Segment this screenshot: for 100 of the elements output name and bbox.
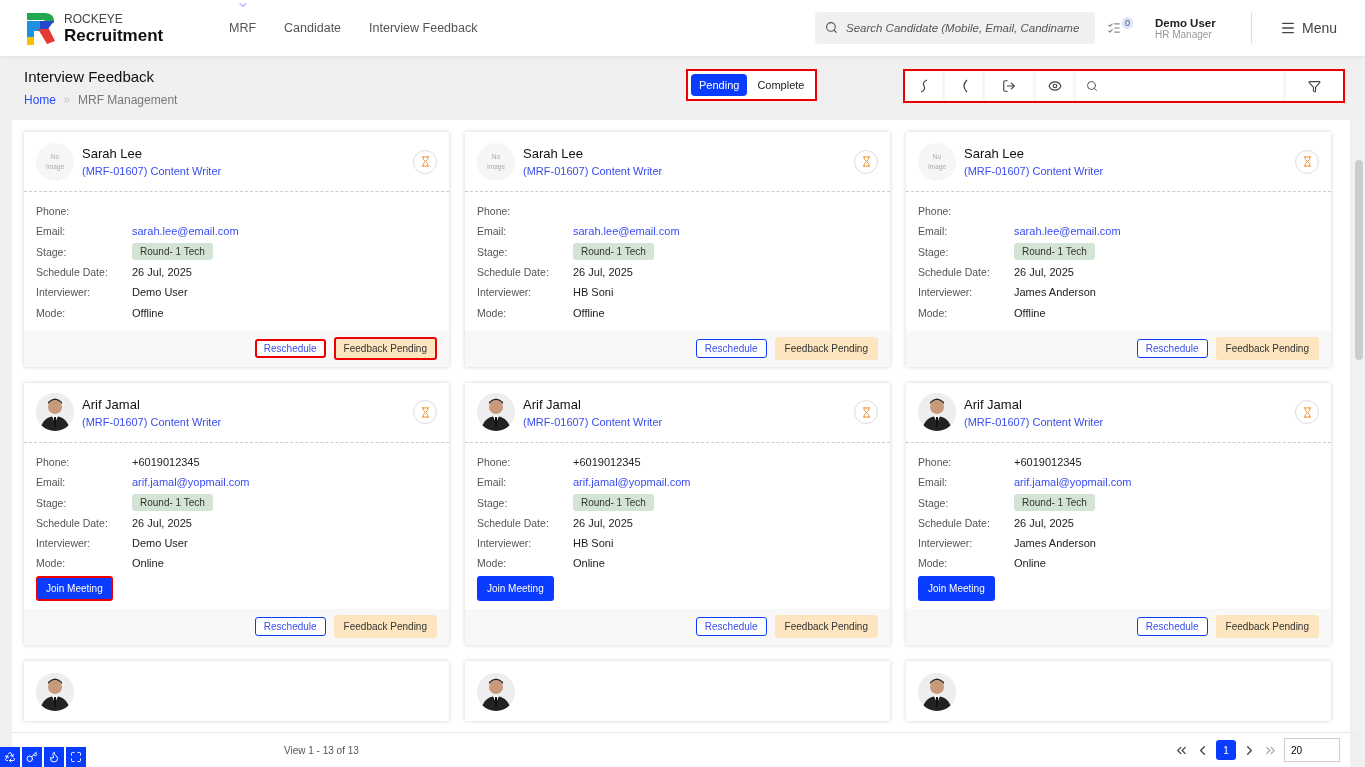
email-link[interactable]: arif.jamal@yopmail.com (132, 476, 250, 489)
export-button[interactable] (985, 71, 1034, 101)
filter-icon (1308, 79, 1322, 93)
status-tab[interactable]: Pending (691, 74, 748, 96)
feedback-status: Feedback Pending (774, 615, 878, 639)
candidate-name: Sarah Lee (523, 146, 584, 161)
join-meeting-button[interactable]: Join Meeting (36, 575, 113, 601)
feedback-status: Feedback Pending (1215, 615, 1319, 639)
field-label: Stage: (477, 496, 509, 509)
feedback-status: Feedback Pending (333, 337, 437, 361)
eye-icon (1047, 79, 1062, 93)
candidate-name: Arif Jamal (964, 396, 1023, 412)
menu-button[interactable]: Menu (1273, 19, 1343, 37)
field-value: +6019012345 (1014, 455, 1082, 468)
field-value: James Anderson (1014, 537, 1096, 550)
feedback-status: Feedback Pending (1215, 337, 1319, 361)
hourglass-icon (1301, 406, 1313, 418)
nav-link[interactable]: Candidate (284, 21, 342, 35)
pending-button[interactable] (1295, 400, 1319, 425)
email-link[interactable]: sarah.lee@email.com (132, 225, 239, 238)
field-value: 26 Jul, 2025 (1014, 266, 1074, 279)
feedback-status: Feedback Pending (774, 337, 878, 361)
field-label: Interviewer: (477, 286, 533, 299)
field-label: Schedule Date: (918, 516, 991, 529)
field-value: James Anderson (1014, 286, 1096, 299)
pending-button[interactable] (413, 400, 437, 425)
pending-button[interactable] (413, 149, 437, 174)
flame-button[interactable] (44, 747, 64, 767)
logo-icon (26, 11, 56, 45)
pending-button[interactable] (854, 400, 878, 425)
breadcrumb-link[interactable]: Home (24, 93, 56, 107)
job-link[interactable]: (MRF-01607) Content Writer (523, 165, 846, 177)
field-value: Demo User (132, 286, 188, 299)
pending-button[interactable] (1295, 149, 1319, 174)
brand-subtitle: ROCKEYE (64, 12, 124, 25)
job-link[interactable]: (MRF-01607) Content Writer (82, 415, 405, 428)
user-name: Demo User (1154, 16, 1217, 29)
key-button[interactable] (22, 747, 42, 767)
status-tab[interactable]: Complete (749, 74, 813, 96)
field-label: Mode: (36, 557, 67, 570)
reschedule-button[interactable]: Reschedule (1136, 617, 1208, 637)
recycle-button[interactable] (0, 747, 20, 767)
field-value: Online (573, 557, 605, 570)
stage-badge: Round- 1 Tech (1014, 243, 1095, 261)
field-label: Schedule Date: (918, 266, 991, 279)
hourglass-icon (860, 156, 872, 167)
reschedule-button[interactable]: Reschedule (695, 617, 767, 637)
field-label: Email: (36, 225, 67, 238)
nav-link[interactable]: MRF (229, 21, 257, 35)
email-link[interactable]: sarah.lee@email.com (1014, 225, 1121, 238)
field-label: Email: (918, 225, 949, 238)
notification-button[interactable]: 0 (1106, 16, 1133, 40)
field-label: Phone: (477, 205, 512, 218)
pending-button[interactable] (854, 149, 878, 174)
view-button[interactable] (1036, 71, 1074, 101)
field-value: 26 Jul, 2025 (132, 516, 192, 529)
checklist-icon (1106, 21, 1121, 35)
expand-button[interactable] (66, 747, 86, 767)
chevron-icon (62, 95, 72, 105)
job-link[interactable]: (MRF-01607) Content Writer (82, 165, 405, 177)
stage-badge: Round- 1 Tech (132, 243, 213, 261)
field-label: Interviewer: (918, 286, 974, 299)
candidate-name: Sarah Lee (82, 146, 143, 161)
field-value: +6019012345 (573, 455, 641, 468)
field-label: Schedule Date: (36, 516, 109, 529)
email-link[interactable]: arif.jamal@yopmail.com (1014, 476, 1132, 489)
page-size-field[interactable]: 20 (1284, 738, 1340, 762)
field-label: Mode: (477, 557, 508, 570)
stage-badge: Round- 1 Tech (132, 494, 213, 511)
tool-button[interactable] (945, 71, 983, 101)
reschedule-button[interactable]: Reschedule (1136, 339, 1208, 359)
reschedule-button[interactable]: Reschedule (254, 617, 326, 637)
field-label: Phone: (477, 455, 512, 468)
field-value: +6019012345 (132, 455, 200, 468)
reschedule-button[interactable]: Reschedule (695, 339, 767, 359)
brand-name: Recruitment (64, 26, 164, 44)
tool-button[interactable] (905, 71, 943, 101)
join-meeting-button[interactable]: Join Meeting (918, 575, 995, 601)
stage-badge: Round- 1 Tech (573, 243, 654, 261)
field-label: Stage: (36, 496, 68, 509)
filter-button[interactable] (1286, 71, 1343, 101)
join-meeting-button[interactable]: Join Meeting (477, 575, 554, 601)
job-link[interactable]: (MRF-01607) Content Writer (964, 165, 1287, 177)
field-label: Mode: (918, 306, 949, 319)
job-link[interactable]: (MRF-01607) Content Writer (964, 415, 1287, 428)
field-label: Mode: (477, 306, 508, 319)
search-field[interactable] (1076, 71, 1284, 101)
export-icon (1002, 79, 1017, 93)
field-label: Mode: (918, 557, 949, 570)
job-link[interactable]: (MRF-01607) Content Writer (523, 415, 846, 428)
field-label: Mode: (36, 306, 67, 319)
reschedule-button[interactable]: Reschedule (254, 339, 326, 359)
nav-link[interactable]: Interview Feedback (369, 21, 478, 35)
field-value: HB Soni (573, 286, 614, 299)
email-link[interactable]: sarah.lee@email.com (573, 225, 680, 238)
field-value: Offline (132, 306, 164, 319)
hourglass-icon (860, 406, 872, 418)
email-link[interactable]: arif.jamal@yopmail.com (573, 476, 691, 489)
search-field[interactable]: Search Candidate (Mobile, Email, Candiname (814, 12, 1095, 44)
page-button[interactable]: 1 (1216, 740, 1236, 760)
